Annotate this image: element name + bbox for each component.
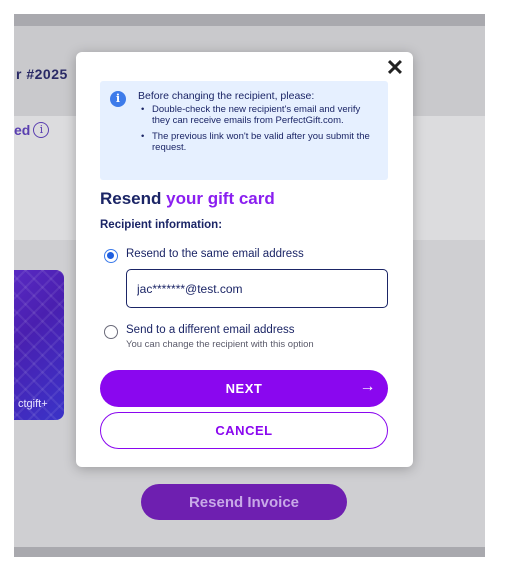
- arrow-right-icon: →: [359, 378, 376, 395]
- notice-title: Before changing the recipient, please:: [138, 90, 315, 102]
- modal-title-accent: your gift card: [166, 189, 275, 208]
- info-icon: i: [110, 91, 126, 107]
- recipient-info-label: Recipient information:: [100, 219, 223, 231]
- order-number: r #2025: [16, 66, 68, 82]
- cancel-button[interactable]: CANCEL: [100, 412, 388, 449]
- notice-item: Double-check the new recipient's email a…: [138, 104, 378, 126]
- order-status: ed i: [14, 122, 50, 138]
- modal-title: Resend your gift card: [100, 189, 275, 209]
- email-field[interactable]: [126, 269, 388, 308]
- gift-card-brand: ctgift+: [18, 398, 48, 410]
- same-email-radio[interactable]: [104, 249, 118, 263]
- different-email-radio[interactable]: [104, 325, 118, 339]
- info-outline-icon[interactable]: i: [33, 122, 50, 138]
- different-email-label[interactable]: Send to a different email address: [126, 324, 295, 336]
- different-email-hint: You can change the recipient with this o…: [126, 339, 314, 350]
- page-bottom-bar: [14, 547, 485, 557]
- next-button[interactable]: NEXT →: [100, 370, 388, 407]
- order-status-text: ed: [14, 122, 31, 138]
- notice-item: The previous link won't be valid after y…: [138, 131, 378, 153]
- modal-title-plain: Resend: [100, 189, 167, 208]
- same-email-label[interactable]: Resend to the same email address: [126, 248, 304, 260]
- recipient-notice: i Before changing the recipient, please:…: [100, 81, 388, 180]
- notice-list: Double-check the new recipient's email a…: [138, 104, 378, 153]
- close-icon[interactable]: ✕: [385, 57, 405, 79]
- resend-gift-card-modal: ✕ i Before changing the recipient, pleas…: [76, 52, 413, 467]
- page-top-bar: [14, 14, 485, 26]
- resend-invoice-button[interactable]: Resend Invoice: [141, 484, 347, 520]
- next-button-label: NEXT: [225, 381, 263, 396]
